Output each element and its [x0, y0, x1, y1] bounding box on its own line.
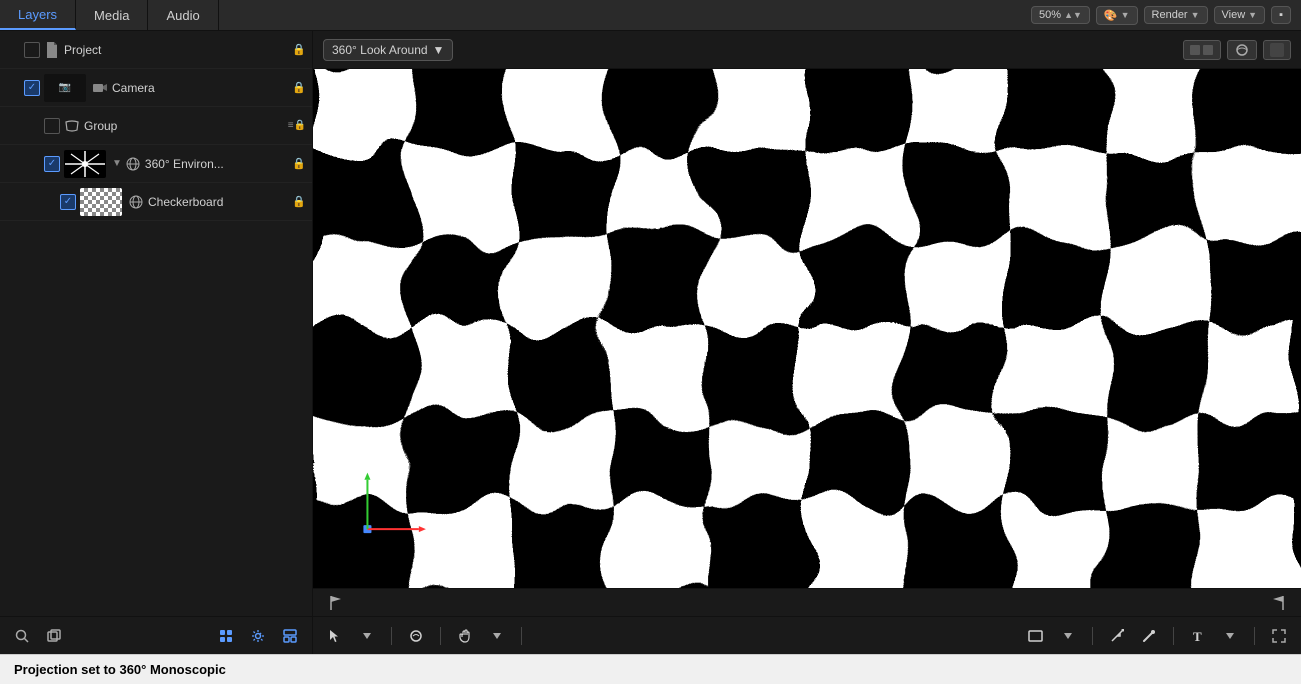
shape-dropdown[interactable] [1056, 624, 1080, 648]
search-button[interactable] [10, 624, 34, 648]
mask-tool[interactable] [404, 624, 428, 648]
grid-button[interactable] [214, 624, 238, 648]
file-icon [44, 42, 60, 58]
layer-checkbox-project[interactable] [24, 42, 40, 58]
render-button[interactable]: Render ▼ [1144, 6, 1208, 24]
tool-sep-1 [391, 627, 392, 645]
hand-tool[interactable] [453, 624, 477, 648]
group-icons: ≡🔒 [288, 120, 306, 131]
layer-name-360env: 360° Environ... [145, 157, 288, 171]
view-360-btn[interactable] [1227, 40, 1257, 60]
select-dropdown[interactable] [355, 624, 379, 648]
left-bottom-tools-right [214, 624, 302, 648]
color-caret: ▼ [1121, 10, 1130, 20]
tool-sep-2 [440, 627, 441, 645]
top-bar: Layers Media Audio 50% ▲▼ 🎨 ▼ Render ▼ V… [0, 0, 1301, 31]
shape-tool[interactable] [1024, 624, 1048, 648]
lock-icon-360env: 🔒 [292, 157, 306, 170]
layer-item-camera[interactable]: ✓ 📷 Camera 🔒 [0, 69, 312, 107]
layer-name-project: Project [64, 43, 288, 57]
layer-name-camera: Camera [112, 81, 288, 95]
canvas-top-bar: 360° Look Around ▼ [313, 31, 1301, 69]
camera-icon [92, 80, 108, 96]
layer-thumb-camera: 📷 [44, 74, 86, 102]
render-caret: ▼ [1191, 10, 1200, 20]
pen-tool[interactable] [1105, 624, 1129, 648]
layer-checkbox-checkerboard[interactable]: ✓ [60, 194, 76, 210]
group-icon-el [64, 118, 80, 134]
color-control[interactable]: 🎨 ▼ [1096, 6, 1138, 25]
checker-thumb [80, 188, 122, 216]
text-dropdown[interactable] [1218, 624, 1242, 648]
select-tool[interactable] [323, 624, 347, 648]
text-tool[interactable]: T [1186, 624, 1210, 648]
color-icon: 🎨 [1104, 9, 1118, 22]
settings-button[interactable] [246, 624, 270, 648]
layer-item-checkerboard[interactable]: ✓ Checkerboard 🔒 [0, 183, 312, 221]
main-area: Project 🔒 ✓ 📷 Camera 🔒 [0, 31, 1301, 654]
layer-checkbox-group[interactable] [44, 118, 60, 134]
layer-item-project[interactable]: Project 🔒 [0, 31, 312, 69]
view-caret: ▼ [1248, 10, 1257, 20]
tab-bar: Layers Media Audio [0, 0, 219, 30]
layer-name-group: Group [84, 119, 284, 133]
canvas-viewport[interactable] [313, 69, 1301, 588]
timeline-end-button[interactable] [1267, 591, 1291, 615]
expand-button[interactable] [1267, 624, 1291, 648]
view-button[interactable]: View ▼ [1214, 6, 1266, 24]
left-bottom-bar [0, 616, 312, 654]
layer-checkbox-360env[interactable]: ✓ [44, 156, 60, 172]
layer-name-checkerboard: Checkerboard [148, 195, 288, 209]
tab-layers[interactable]: Layers [0, 0, 76, 30]
checkerboard-icon [128, 194, 144, 210]
zoom-caret: ▲▼ [1064, 10, 1082, 20]
layer-thumb-360env [64, 150, 106, 178]
view-mode-dropdown[interactable]: 360° Look Around ▼ [323, 39, 453, 61]
layer-checkbox-camera[interactable]: ✓ [24, 80, 40, 96]
tool-sep-6 [1254, 627, 1255, 645]
canvas-bottom-bar: T [313, 616, 1301, 654]
zoom-control[interactable]: 50% ▲▼ [1031, 6, 1090, 24]
layer-list: Project 🔒 ✓ 📷 Camera 🔒 [0, 31, 312, 616]
view-mode-label: 360° Look Around [332, 43, 428, 57]
tab-media[interactable]: Media [76, 0, 148, 30]
status-bar: Projection set to 360° Monoscopic [0, 654, 1301, 684]
paint-tool[interactable] [1137, 624, 1161, 648]
layer-item-360env[interactable]: ✓ [0, 145, 312, 183]
timeline-bar [313, 588, 1301, 616]
left-bottom-tools [10, 624, 66, 648]
timeline-flag-button[interactable] [323, 591, 347, 615]
lock-icon-checkerboard: 🔒 [292, 195, 306, 208]
lock-icon-camera: 🔒 [292, 81, 306, 94]
tool-sep-3 [521, 627, 522, 645]
chevron-icon-360env: ▼ [112, 158, 122, 169]
view-dark-btn[interactable] [1263, 40, 1291, 60]
layout-view-button[interactable] [278, 624, 302, 648]
top-bar-right: 50% ▲▼ 🎨 ▼ Render ▼ View ▼ ▪ [1031, 6, 1301, 25]
svg-text:T: T [1193, 629, 1202, 643]
layer-item-group[interactable]: Group ≡🔒 [0, 107, 312, 145]
layer-thumb-checkerboard [80, 188, 122, 216]
canvas-top-right [1183, 40, 1291, 60]
layout-icon: ▪ [1279, 9, 1283, 21]
tool-sep-4 [1092, 627, 1093, 645]
tool-sep-5 [1173, 627, 1174, 645]
starburst-thumb [64, 150, 106, 178]
view-toggle-btn1[interactable] [1183, 40, 1221, 60]
env360-icon [125, 156, 141, 172]
duplicate-button[interactable] [42, 624, 66, 648]
status-text: Projection set to 360° Monoscopic [14, 662, 226, 677]
dropdown-caret: ▼ [433, 43, 445, 57]
zoom-value: 50% [1039, 9, 1061, 21]
lock-icon-project: 🔒 [292, 43, 306, 56]
checkerboard-visual [313, 69, 1301, 588]
tab-audio[interactable]: Audio [148, 0, 218, 30]
hand-dropdown[interactable] [485, 624, 509, 648]
canvas-area: 360° Look Around ▼ [313, 31, 1301, 654]
left-panel: Project 🔒 ✓ 📷 Camera 🔒 [0, 31, 313, 654]
layout-button[interactable]: ▪ [1271, 6, 1291, 24]
